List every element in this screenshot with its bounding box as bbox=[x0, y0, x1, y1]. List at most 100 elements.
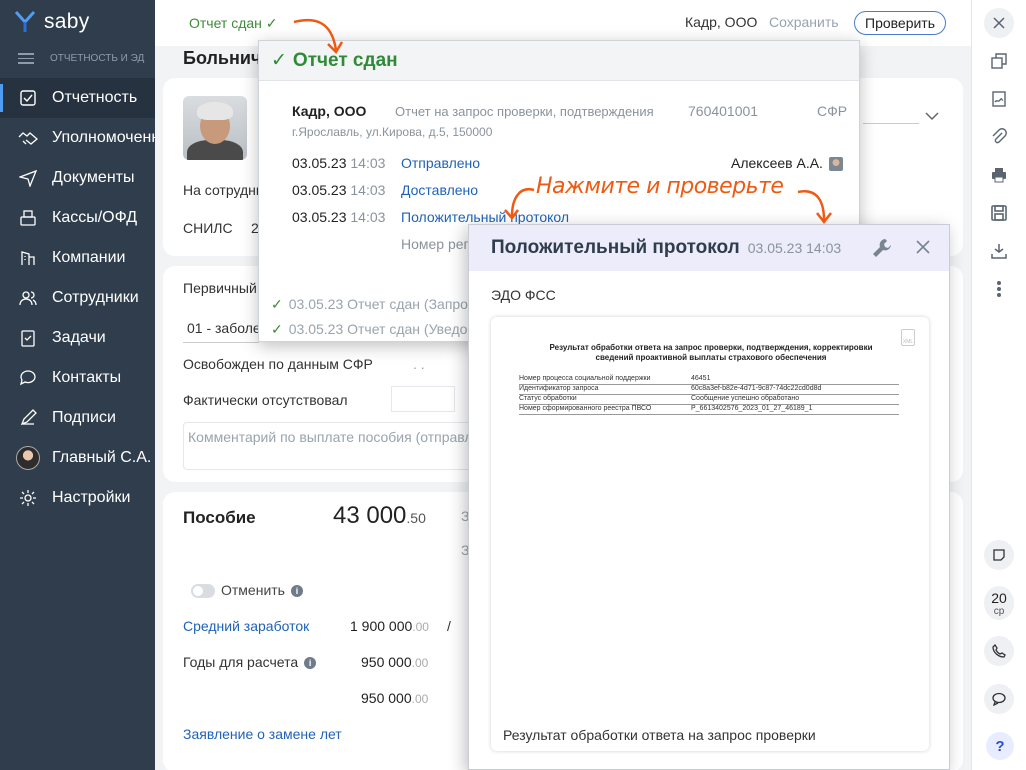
reg-number-label: Номер рег bbox=[401, 236, 469, 252]
sidebar-item-label: Компании bbox=[52, 249, 126, 266]
primary-label: Первичный bbox=[183, 280, 257, 296]
released-label: Освобожден по данным СФР bbox=[183, 356, 373, 372]
benefit-amount: 43 000.50 bbox=[333, 502, 426, 529]
saby-logo-icon bbox=[14, 10, 36, 34]
sidebar-item-profile[interactable]: Главный С.А. bbox=[0, 438, 155, 478]
tasks-icon bbox=[16, 326, 40, 350]
protocol-subtitle: ЭДО ФСС bbox=[491, 287, 556, 303]
document-preview[interactable]: XML Результат обработки ответа на запрос… bbox=[491, 317, 929, 751]
breadcrumb[interactable]: ОТЧЕТНОСТЬ И ЭД bbox=[18, 50, 155, 67]
sidebar-item-label: Настройки bbox=[52, 489, 131, 506]
popup-inn: 760401001 bbox=[688, 103, 759, 119]
cancel-toggle[interactable] bbox=[191, 584, 215, 598]
sidebar-item-cash[interactable]: Кассы/ОФД bbox=[0, 198, 155, 238]
sidebar-item-authorized[interactable]: Уполномоченные bbox=[0, 118, 155, 158]
wrench-icon[interactable] bbox=[871, 237, 893, 259]
replace-years-link[interactable]: Заявление о замене лет bbox=[183, 726, 342, 742]
more-icon[interactable] bbox=[984, 274, 1014, 304]
absent-date-field[interactable] bbox=[391, 386, 455, 412]
document-title: Результат обработки ответа на запрос про… bbox=[549, 343, 873, 362]
close-icon[interactable] bbox=[984, 8, 1014, 38]
help-button[interactable]: ? bbox=[986, 732, 1014, 760]
protocol-time: 03.05.23 14:03 bbox=[747, 240, 842, 256]
sidebar-item-employees[interactable]: Сотрудники bbox=[0, 278, 155, 318]
event-link-delivered[interactable]: Доставлено bbox=[401, 182, 478, 198]
benefit-label: Пособие bbox=[183, 508, 256, 527]
save-icon[interactable] bbox=[984, 198, 1014, 228]
check-icon: ✓ bbox=[271, 50, 287, 71]
sidebar-item-label: Документы bbox=[52, 169, 135, 186]
check-button[interactable]: Проверить bbox=[854, 11, 947, 35]
chat-icon[interactable] bbox=[984, 684, 1014, 714]
event-link-protocol[interactable]: Положительный протокол bbox=[401, 209, 569, 225]
info-icon[interactable]: i bbox=[290, 585, 303, 598]
years-value-1: 950 000.00 bbox=[361, 654, 429, 670]
protocol-title: Положительный протокол bbox=[491, 237, 740, 258]
document-divider bbox=[519, 414, 899, 415]
comment-field[interactable]: Комментарий по выплате пособия (отправля… bbox=[183, 422, 558, 470]
save-button[interactable]: Сохранить bbox=[769, 14, 839, 30]
signed-document-icon[interactable] bbox=[984, 84, 1014, 114]
signature-icon bbox=[16, 406, 40, 430]
saby-logo[interactable]: saby bbox=[14, 10, 90, 34]
xml-file-icon: XML bbox=[901, 329, 915, 346]
document-row-label: Статус обработки bbox=[519, 395, 577, 402]
phone-icon[interactable] bbox=[984, 636, 1014, 666]
sidebar-item-companies[interactable]: Компании bbox=[0, 238, 155, 278]
print-icon[interactable] bbox=[984, 160, 1014, 190]
years-label: Годы для расчета i bbox=[183, 654, 317, 670]
close-icon[interactable] bbox=[913, 237, 933, 257]
sidebar-item-settings[interactable]: Настройки bbox=[0, 478, 155, 518]
sidebar: saby ОТЧЕТНОСТЬ И ЭД Отчетность Уполномо… bbox=[0, 0, 155, 770]
attachment-icon[interactable] bbox=[984, 122, 1014, 152]
popup-company[interactable]: Кадр, ООО bbox=[292, 103, 366, 119]
sidebar-item-contacts[interactable]: Контакты bbox=[0, 358, 155, 398]
cash-register-icon bbox=[16, 206, 40, 230]
info-icon[interactable]: i bbox=[304, 657, 317, 670]
sidebar-item-label: Подписи bbox=[52, 409, 116, 426]
note-icon[interactable] bbox=[984, 540, 1014, 570]
sidebar-item-label: Кассы/ОФД bbox=[52, 209, 138, 226]
released-date-field[interactable]: . . bbox=[413, 356, 425, 372]
report-status[interactable]: Отчет сдан ✓ bbox=[189, 15, 278, 32]
sidebar-item-signatures[interactable]: Подписи bbox=[0, 398, 155, 438]
sidebar-nav: Отчетность Уполномоченные Документы Касс… bbox=[0, 78, 155, 518]
sidebar-item-tasks[interactable]: Задачи bbox=[0, 318, 155, 358]
report-status-header: ✓ Отчет сдан bbox=[259, 41, 859, 81]
document-row-value: 46451 bbox=[691, 375, 711, 382]
history-item[interactable]: ✓ 03.05.23 Отчет сдан (Запрос) bbox=[271, 296, 480, 313]
protocol-popup: Положительный протокол 03.05.23 14:03 ЭД… bbox=[468, 224, 950, 770]
popup-description: Отчет на запрос проверки, подтверждения bbox=[395, 104, 654, 119]
annotation-arrow bbox=[797, 189, 832, 225]
contacts-icon bbox=[16, 366, 40, 390]
years-value-2: 950 000.00 bbox=[361, 690, 429, 706]
employees-icon bbox=[16, 286, 40, 310]
company-name[interactable]: Кадр, ООО bbox=[685, 14, 757, 30]
document-row-value: 60c8a3ef-b82e-4d71-9c87-74dc22cd0d8d bbox=[691, 385, 822, 392]
menu-icon[interactable] bbox=[18, 50, 34, 67]
sidebar-item-documents[interactable]: Документы bbox=[0, 158, 155, 198]
right-toolbar: 20 ср ? bbox=[971, 0, 1026, 770]
chevron-down-icon[interactable] bbox=[925, 108, 939, 124]
avg-earnings-separator: / bbox=[447, 618, 451, 634]
annotation-arrow bbox=[293, 18, 344, 55]
field-underline bbox=[863, 123, 919, 124]
employee-photo bbox=[183, 96, 247, 160]
document-caption: Результат обработки ответа на запрос про… bbox=[503, 727, 816, 743]
event-link-sent[interactable]: Отправлено bbox=[401, 155, 480, 171]
sidebar-item-label: Контакты bbox=[52, 369, 122, 386]
popup-signer[interactable]: Алексеев А.А. bbox=[731, 155, 843, 172]
report-icon bbox=[16, 86, 40, 110]
event-row: 03.05.23 14:03 bbox=[292, 209, 386, 225]
avg-earnings-link[interactable]: Средний заработок bbox=[183, 618, 309, 634]
calendar-date[interactable]: 20 ср bbox=[984, 586, 1014, 620]
annotation-text: Нажмите и проверьте bbox=[536, 174, 784, 199]
document-row-value: P_6613402576_2023_01_27_46189_1 bbox=[691, 405, 813, 412]
company-icon bbox=[16, 246, 40, 270]
download-icon[interactable] bbox=[984, 236, 1014, 266]
copy-icon[interactable] bbox=[984, 46, 1014, 76]
gear-icon bbox=[16, 486, 40, 510]
sidebar-item-reports[interactable]: Отчетность bbox=[0, 78, 155, 118]
handshake-icon bbox=[16, 126, 40, 150]
absent-label: Фактически отсутствовал bbox=[183, 392, 348, 408]
